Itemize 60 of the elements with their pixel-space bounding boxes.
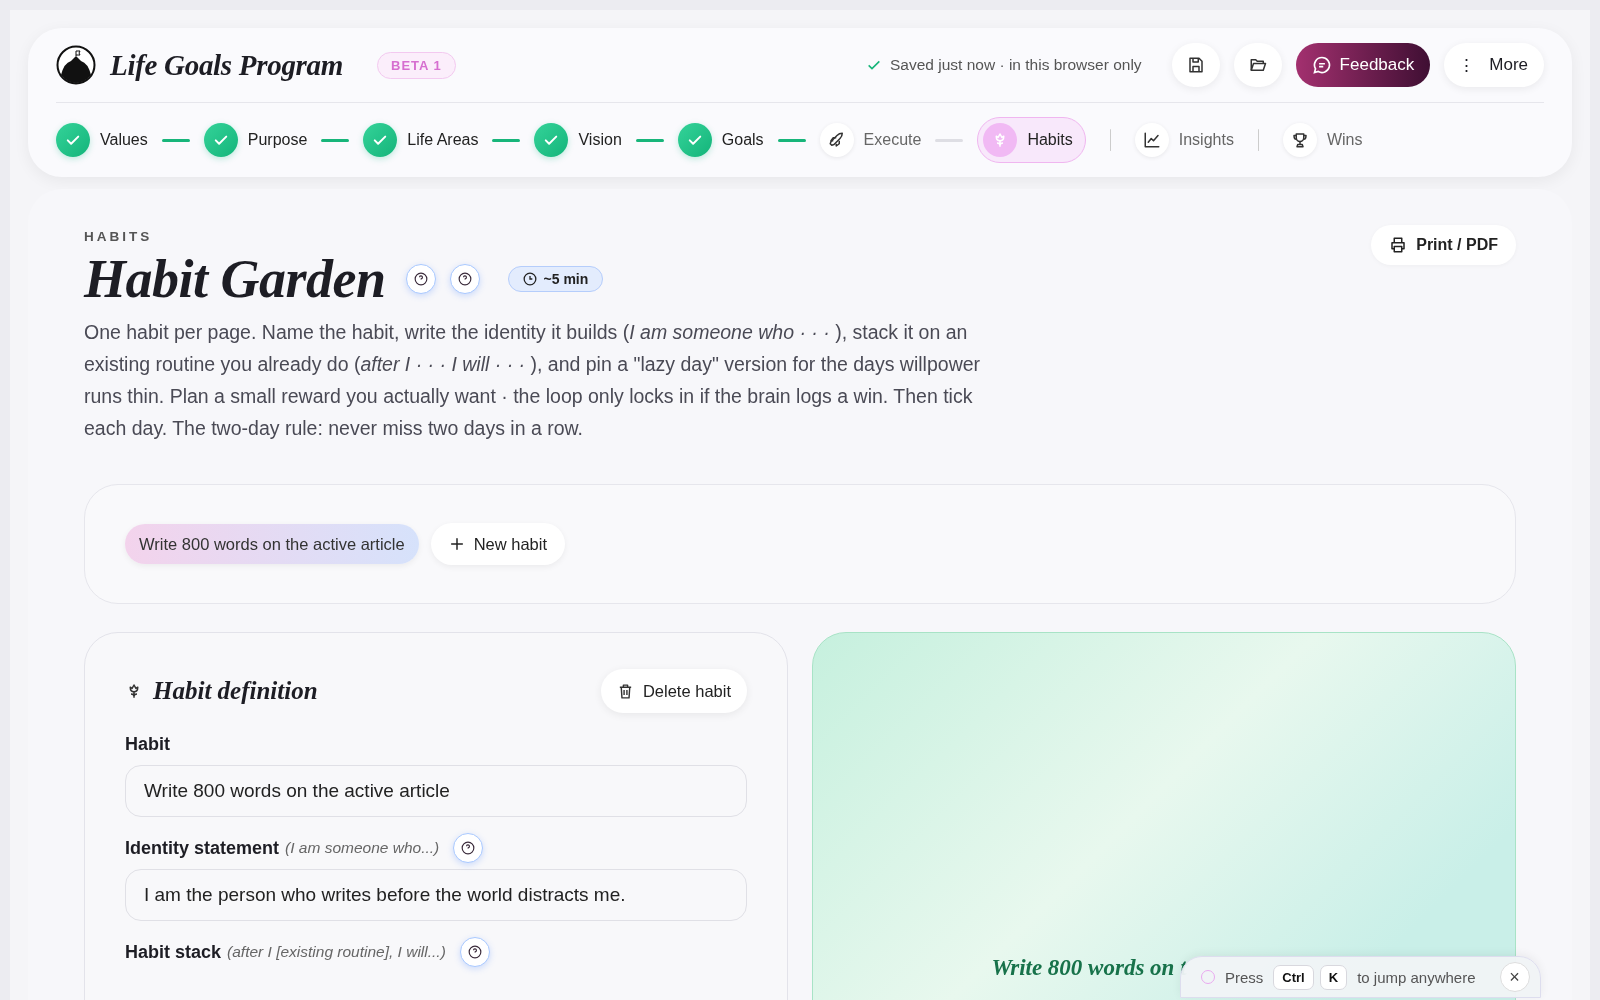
more-button[interactable]: ⋮ More: [1444, 43, 1544, 87]
help-button[interactable]: [449, 264, 480, 294]
plus-icon: [448, 536, 465, 552]
card-title: Habit definition: [153, 677, 319, 705]
rocket-icon: [827, 131, 846, 149]
check-icon: [363, 123, 398, 157]
page-title: Habit Garden: [84, 248, 386, 310]
section-eyebrow: HABITS: [84, 229, 154, 244]
help-icon: [457, 272, 472, 286]
field-hint: (after I [existing routine], I will...): [227, 943, 446, 961]
check-icon: [677, 123, 712, 157]
save-icon: [1186, 56, 1205, 74]
step-tab[interactable]: Insights: [1134, 123, 1234, 157]
step-tab[interactable]: Habits: [977, 117, 1086, 163]
step-tab[interactable]: Goals: [677, 123, 764, 157]
field-hint: (I am someone who...): [285, 839, 440, 857]
printer-icon: [1389, 236, 1408, 254]
step-tab[interactable]: Purpose: [203, 123, 308, 157]
help-button[interactable]: [453, 833, 484, 863]
key-cap: K: [1319, 964, 1348, 990]
help-icon: [461, 841, 476, 855]
step-tab[interactable]: Vision: [534, 123, 622, 157]
delete-habit-button[interactable]: Delete habit: [600, 669, 747, 713]
step-tab[interactable]: Values: [56, 123, 148, 157]
duration-badge: ~5 min: [507, 266, 604, 292]
print-button[interactable]: Print / PDF: [1371, 225, 1516, 265]
hint-text: Press: [1225, 968, 1264, 986]
input-field[interactable]: I am the person who writes before the world distracts me.: [125, 869, 747, 921]
help-button[interactable]: [459, 937, 490, 967]
key-cap: Ctrl: [1273, 964, 1314, 990]
habit-tab[interactable]: Write 800 words on the active article: [125, 524, 419, 564]
chat-bubble-icon: [1311, 55, 1332, 75]
clock-icon: [522, 272, 537, 286]
field-label: Identity statement: [125, 837, 280, 859]
trophy-icon: [1290, 131, 1309, 149]
mountain-logo: [56, 45, 96, 85]
help-icon: [467, 945, 482, 959]
check-icon: [56, 123, 90, 157]
field-label: Habit: [125, 733, 170, 755]
help-icon: [413, 272, 428, 286]
step-tab[interactable]: Life Areas: [363, 123, 479, 157]
new-habit-button[interactable]: New habit: [430, 523, 566, 565]
check-icon: [203, 123, 238, 157]
preview-title: Write 800 words on t: [991, 955, 1187, 981]
page-description: One habit per page. Name the habit, write the identity it builds (I am someone who · · · ), stack it on an existing routine you already do (after I · · · I will · · · ), and pin a "lazy day" version for the days willpower runs thin. Plan a small reward you actually want · the loop only locks in if the brain logs a win. Then tick each day. The two-day rule: never miss two days in a row.: [84, 320, 982, 441]
step-tab[interactable]: Execute: [819, 123, 922, 157]
field-label: Habit stack: [125, 941, 222, 963]
save-status: Saved just now · in this browser only: [890, 56, 1142, 74]
app-title: Life Goals Program: [110, 48, 344, 82]
feedback-button[interactable]: Feedback: [1295, 43, 1431, 87]
open-folder-button[interactable]: [1233, 43, 1282, 87]
hint-text: to jump anywhere: [1357, 968, 1476, 986]
step-tab[interactable]: Wins: [1282, 123, 1363, 157]
save-button[interactable]: [1171, 43, 1220, 87]
input-field[interactable]: Write 800 words on the active article: [125, 765, 747, 817]
check-icon: [534, 123, 569, 157]
help-button[interactable]: [405, 264, 436, 294]
chart-icon: [1142, 131, 1161, 149]
close-button[interactable]: ×: [1499, 962, 1530, 992]
beta-badge: BETA 1: [377, 51, 456, 79]
